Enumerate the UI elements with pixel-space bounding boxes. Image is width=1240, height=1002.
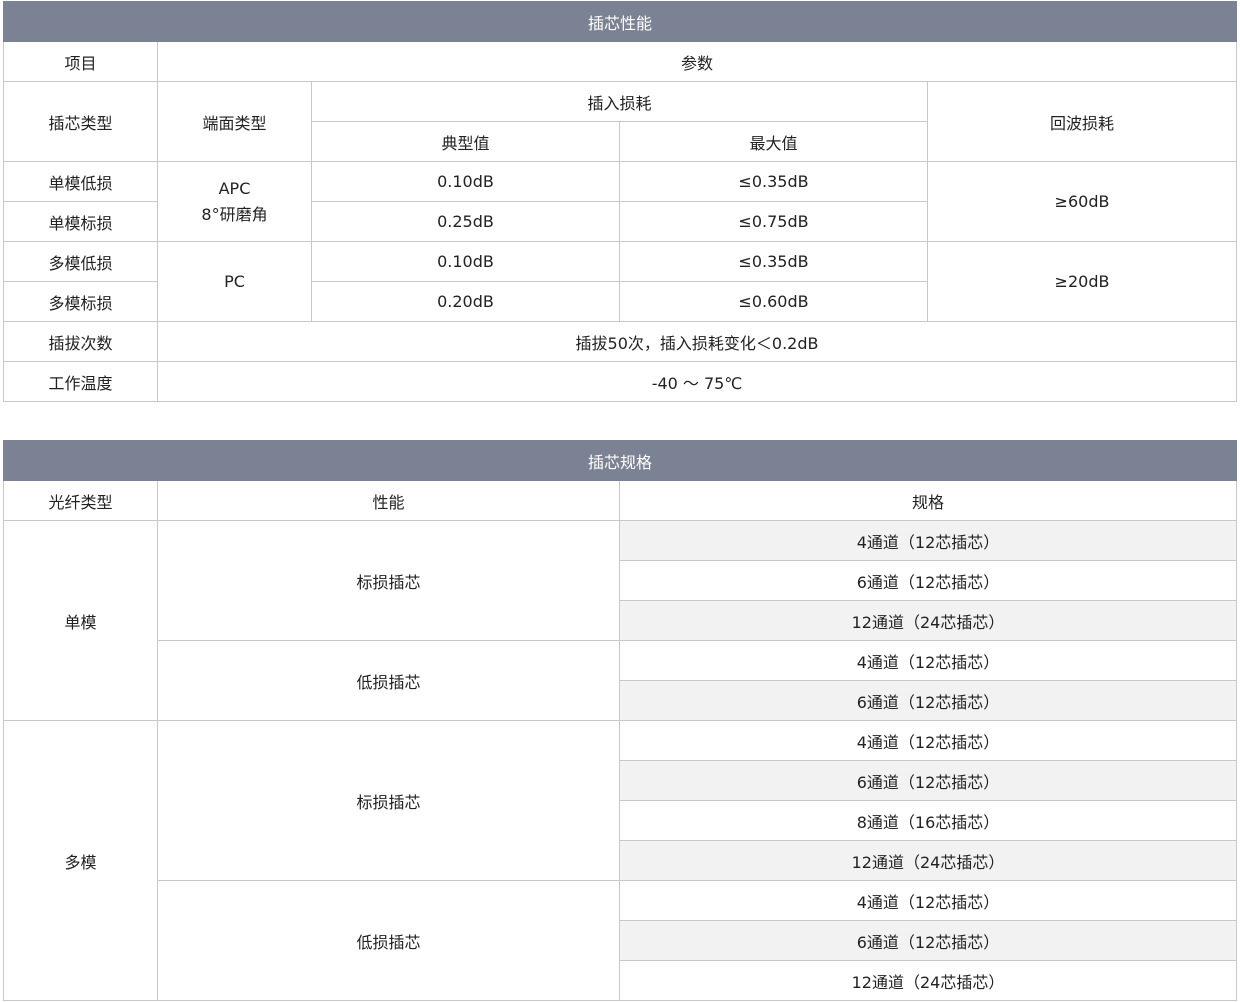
param-header: 参数	[156, 41, 1238, 82]
item-header: 项目	[3, 41, 158, 82]
spec-header: 规格	[619, 480, 1237, 521]
spec-cell: 6通道（12芯插芯）	[619, 560, 1237, 601]
endface-sm-line1: APC	[218, 178, 251, 198]
max-cell: ≤0.60dB	[619, 281, 928, 322]
max-cell: ≤0.35dB	[619, 161, 928, 202]
temp-value: -40 ～ 75℃	[156, 361, 1238, 402]
performance-table-title: 插芯性能	[2, 1, 1238, 42]
typical-cell: 0.25dB	[311, 201, 620, 242]
spec-cell: 12通道（24芯插芯）	[619, 600, 1237, 641]
typical-cell: 0.10dB	[311, 241, 620, 282]
max-cell: ≤0.35dB	[619, 241, 928, 282]
fiber-type-multi-mode: 多模	[3, 720, 158, 1001]
ferrule-type-cell: 单模低损	[3, 161, 158, 202]
endface-sm-line2: 8°研磨角	[201, 204, 268, 224]
spec-cell: 8通道（16芯插芯）	[619, 800, 1237, 841]
spec-cell: 6通道（12芯插芯）	[619, 680, 1237, 721]
spec-cell: 6通道（12芯插芯）	[619, 920, 1237, 961]
return-loss-header: 回波损耗	[926, 81, 1238, 162]
performance-header: 性能	[157, 480, 620, 521]
spec-table-title: 插芯规格	[3, 440, 1237, 481]
spec-cell: 6通道（12芯插芯）	[619, 760, 1237, 801]
ferrule-performance-table: 插芯性能 项目 参数 插芯类型 端面类型 插入损耗 回波损耗 典型值 最大值 单…	[2, 1, 1238, 402]
table-row: 多模低损 PC 0.10dB ≤0.35dB ≥20dB	[3, 241, 1238, 322]
spec-cell: 12通道（24芯插芯）	[619, 840, 1237, 881]
table-row: 单模低损 APC 8°研磨角 0.10dB ≤0.35dB ≥60dB	[3, 161, 1238, 242]
temp-label: 工作温度	[3, 361, 158, 402]
endface-type-header: 端面类型	[157, 81, 312, 162]
table-row: 低损插芯 4通道（12芯插芯）	[4, 640, 1237, 721]
spec-cell: 12通道（24芯插芯）	[619, 960, 1237, 1001]
typical-header: 典型值	[311, 121, 620, 162]
typical-cell: 0.10dB	[311, 161, 620, 202]
perf-mm-standard: 标损插芯	[157, 720, 620, 881]
typical-cell: 0.20dB	[311, 281, 620, 322]
return-loss-sm-cell: ≥60dB	[926, 161, 1238, 242]
table-row: 多模 标损插芯 4通道（12芯插芯）	[3, 720, 1237, 1001]
perf-sm-standard: 标损插芯	[157, 520, 620, 641]
fiber-type-single-mode: 单模	[3, 520, 158, 721]
spec-cell: 4通道（12芯插芯）	[619, 720, 1237, 761]
table-row: 工作温度 -40 ～ 75℃	[3, 361, 1238, 402]
return-loss-mm-cell: ≥20dB	[926, 241, 1238, 322]
fiber-type-header: 光纤类型	[3, 480, 158, 521]
max-header: 最大值	[619, 121, 928, 162]
ferrule-type-cell: 单模标损	[3, 201, 158, 242]
spec-cell: 4通道（12芯插芯）	[619, 640, 1237, 681]
endface-sm-cell: APC 8°研磨角	[157, 161, 312, 242]
ferrule-type-cell: 多模标损	[3, 281, 158, 322]
spec-cell: 4通道（12芯插芯）	[619, 880, 1237, 921]
max-cell: ≤0.75dB	[619, 201, 928, 242]
perf-sm-low: 低损插芯	[157, 640, 620, 721]
ferrule-spec-table: 插芯规格 光纤类型 性能 规格 单模 标损插芯 4通道（12芯插芯） 6通道（1…	[3, 440, 1237, 1001]
insertion-loss-header: 插入损耗	[311, 81, 928, 122]
ferrule-type-cell: 多模低损	[3, 241, 158, 282]
ferrule-type-header: 插芯类型	[3, 81, 158, 162]
mating-value: 插拔50次，插入损耗变化＜0.2dB	[156, 321, 1238, 362]
table-row: 插拔次数 插拔50次，插入损耗变化＜0.2dB	[3, 321, 1238, 362]
table-row: 单模 标损插芯 4通道（12芯插芯）	[3, 520, 1237, 721]
spec-cell: 4通道（12芯插芯）	[619, 520, 1237, 561]
mating-label: 插拔次数	[3, 321, 158, 362]
perf-mm-low: 低损插芯	[157, 880, 620, 1001]
endface-mm-cell: PC	[157, 241, 312, 322]
table-row: 低损插芯 4通道（12芯插芯）	[4, 880, 1237, 1001]
